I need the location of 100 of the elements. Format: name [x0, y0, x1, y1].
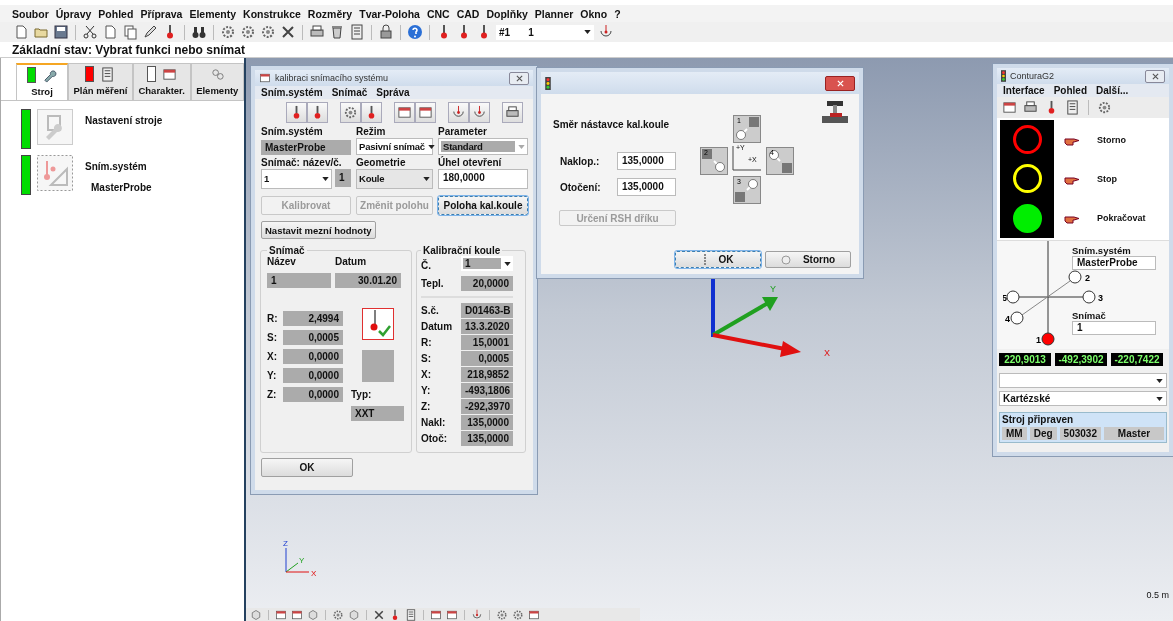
copy-icon[interactable] — [122, 24, 138, 40]
parameter-dropdown[interactable]: Standard — [438, 138, 528, 155]
menu-item[interactable]: Okno — [580, 7, 608, 20]
dialog-button[interactable]: Poloha kal.koule — [438, 196, 528, 215]
window-icon[interactable] — [430, 608, 442, 621]
angle-input[interactable]: 180,0000 — [438, 169, 528, 189]
menu-item[interactable]: Konstrukce — [243, 7, 301, 20]
window-icon[interactable] — [275, 608, 287, 621]
window-icon[interactable] — [528, 608, 540, 621]
item-label: Nastavení stroje — [85, 115, 163, 126]
value-field: 0,0000 — [283, 348, 343, 364]
printer-icon[interactable] — [309, 24, 325, 40]
geometry-dropdown[interactable]: Koule — [356, 169, 433, 189]
action-label: Storno — [1097, 134, 1126, 145]
menu-item[interactable]: Sním.systém — [261, 87, 323, 98]
document-icon[interactable] — [1065, 100, 1080, 115]
cube-icon[interactable] — [250, 608, 262, 621]
menu-item[interactable]: Elementy — [189, 7, 237, 20]
ok-button[interactable]: OK — [261, 458, 353, 477]
page-icon[interactable] — [102, 24, 118, 40]
gear-icon[interactable] — [260, 24, 276, 40]
crossed-tools-icon[interactable] — [373, 608, 385, 621]
mode-dropdown[interactable]: Pasivní snímač — [356, 138, 433, 155]
tool-button[interactable] — [360, 102, 382, 123]
gear-icon[interactable] — [1097, 100, 1112, 115]
crossed-tools-icon[interactable] — [280, 24, 296, 40]
coordinate-system-dropdown[interactable]: Kartézské — [999, 391, 1167, 406]
panel-tab[interactable]: Elementy — [190, 63, 244, 100]
document-icon[interactable] — [405, 608, 417, 621]
menu-item[interactable]: ? — [614, 7, 621, 20]
probe-dropdown[interactable]: 1 — [261, 169, 332, 189]
menu-item[interactable]: Příprava — [140, 7, 183, 20]
window-icon — [259, 72, 271, 84]
action-label: Stop — [1097, 174, 1117, 184]
menu-item[interactable]: Soubor — [12, 7, 49, 20]
window-icon[interactable] — [291, 608, 303, 621]
sphere-dropdown[interactable]: 1 — [461, 256, 513, 271]
cube-icon[interactable] — [307, 608, 319, 621]
padlock-icon[interactable] — [378, 24, 394, 40]
menu-item[interactable]: Tvar-Poloha — [359, 7, 420, 20]
menu-item[interactable]: CNC — [426, 7, 450, 20]
save-icon[interactable] — [53, 24, 69, 40]
page-icon[interactable] — [13, 24, 29, 40]
probe-position[interactable] — [1006, 290, 1020, 304]
tool-button[interactable] — [306, 102, 328, 123]
target-icon[interactable] — [471, 608, 483, 621]
menu-item[interactable]: Správa — [376, 87, 410, 98]
group-title: Snímač — [268, 245, 306, 256]
probe-position[interactable] — [1082, 290, 1096, 304]
probe-position[interactable] — [1041, 332, 1055, 346]
close-button[interactable] — [509, 71, 529, 85]
panel-tab[interactable]: Charakter. — [132, 63, 191, 100]
menu-item[interactable]: Pohled — [98, 7, 134, 20]
window-icon[interactable] — [1002, 100, 1017, 115]
binoculars-icon[interactable] — [191, 24, 207, 40]
tool-button[interactable] — [339, 102, 361, 123]
panel-tab[interactable]: Stroj — [16, 63, 68, 100]
menu-item[interactable]: Pohled — [1053, 85, 1088, 96]
tool-button[interactable] — [285, 102, 307, 123]
target-icon[interactable] — [598, 24, 614, 40]
tilt-input[interactable]: 135,0000 — [617, 152, 676, 170]
close-button[interactable] — [825, 75, 855, 91]
help-icon[interactable] — [407, 24, 423, 40]
gear-icon[interactable] — [332, 608, 344, 621]
probe-dropdown[interactable]: #1 1 — [496, 24, 594, 40]
cube-icon[interactable] — [348, 608, 360, 621]
menu-item[interactable]: Doplňky — [486, 7, 528, 20]
wrench-clipboard-icon[interactable] — [37, 109, 73, 145]
menu-item[interactable]: Další... — [1096, 85, 1129, 96]
window-title: kalibraci snímacího systému — [275, 73, 389, 83]
scissors-icon[interactable] — [82, 24, 98, 40]
cancel-button[interactable]: Storno — [765, 251, 851, 268]
rotation-input[interactable]: 135,0000 — [617, 178, 676, 196]
trash-icon[interactable] — [329, 24, 345, 40]
tool-button[interactable] — [468, 102, 490, 123]
gear-icon[interactable] — [220, 24, 236, 40]
tool-button[interactable] — [501, 102, 523, 123]
menu-item[interactable]: CAD — [456, 7, 480, 20]
menu-item[interactable]: Rozměry — [307, 7, 353, 20]
gear-icon[interactable] — [240, 24, 256, 40]
close-button[interactable] — [1145, 69, 1165, 83]
probe-position[interactable] — [1010, 311, 1024, 325]
gear-icon[interactable] — [512, 608, 524, 621]
probe-position[interactable] — [1068, 270, 1082, 284]
menu-item[interactable]: Interface — [1003, 85, 1045, 96]
menu-item[interactable]: Snímač — [331, 87, 368, 98]
ok-button[interactable]: OK — [675, 251, 761, 268]
gear-icon[interactable] — [496, 608, 508, 621]
window-icon[interactable] — [446, 608, 458, 621]
gear-icon — [342, 105, 358, 120]
tool-button[interactable] — [447, 102, 469, 123]
tool-button[interactable] — [393, 102, 415, 123]
printer-icon[interactable] — [1023, 100, 1038, 115]
pen-icon[interactable] — [142, 24, 158, 40]
limits-button[interactable]: Nastavit mezní hodnoty — [261, 221, 376, 239]
tool-button[interactable] — [414, 102, 436, 123]
menu-item[interactable]: Planner — [534, 7, 574, 20]
panel-tab[interactable]: Plán měření — [68, 63, 133, 100]
probe-preview-block — [361, 349, 394, 382]
menu-item[interactable]: Úpravy — [55, 7, 92, 20]
